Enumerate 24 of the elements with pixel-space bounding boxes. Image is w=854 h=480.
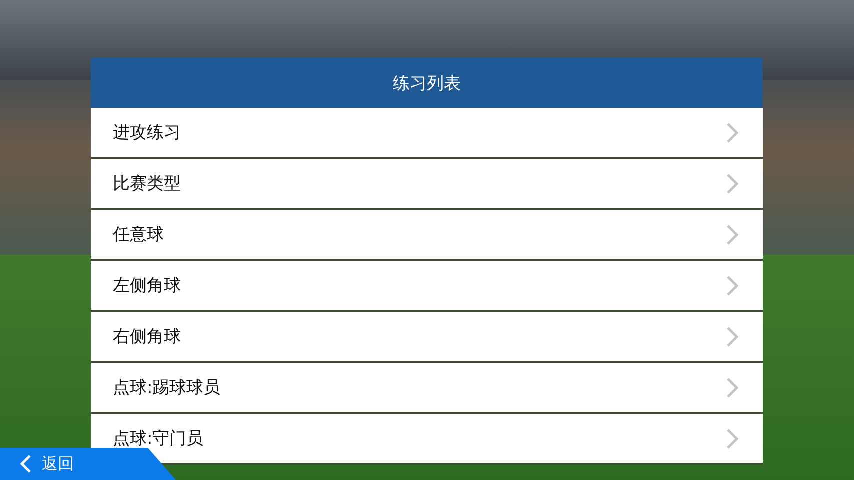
menu-item[interactable]: 比赛类型 xyxy=(91,159,763,210)
chevron-right-icon xyxy=(725,224,739,246)
chevron-right-icon xyxy=(725,326,739,348)
chevron-right-icon xyxy=(725,122,739,144)
menu-item-label: 点球:踢球球员 xyxy=(113,377,221,399)
menu-item[interactable]: 进攻练习 xyxy=(91,108,763,159)
menu-item[interactable]: 点球:守门员 xyxy=(91,414,763,465)
chevron-right-icon xyxy=(725,376,739,398)
chevron-right-icon xyxy=(725,274,739,296)
chevron-right-icon xyxy=(725,172,739,194)
menu-item[interactable]: 点球:踢球球员 xyxy=(91,363,763,414)
menu-item-label: 左侧角球 xyxy=(113,275,181,297)
menu-item-label: 右侧角球 xyxy=(113,326,181,348)
chevron-right-icon xyxy=(725,428,739,450)
menu-item[interactable]: 任意球 xyxy=(91,210,763,261)
menu-item-label: 进攻练习 xyxy=(113,122,181,144)
back-button[interactable]: 返回 xyxy=(0,448,176,480)
panel-title: 练习列表 xyxy=(91,58,763,108)
menu-item-label: 比赛类型 xyxy=(113,173,181,195)
menu-item-label: 任意球 xyxy=(113,224,164,246)
menu-item-label: 点球:守门员 xyxy=(113,428,204,450)
menu-item[interactable]: 左侧角球 xyxy=(91,261,763,312)
chevron-left-icon xyxy=(20,454,32,474)
menu-item[interactable]: 右侧角球 xyxy=(91,312,763,363)
